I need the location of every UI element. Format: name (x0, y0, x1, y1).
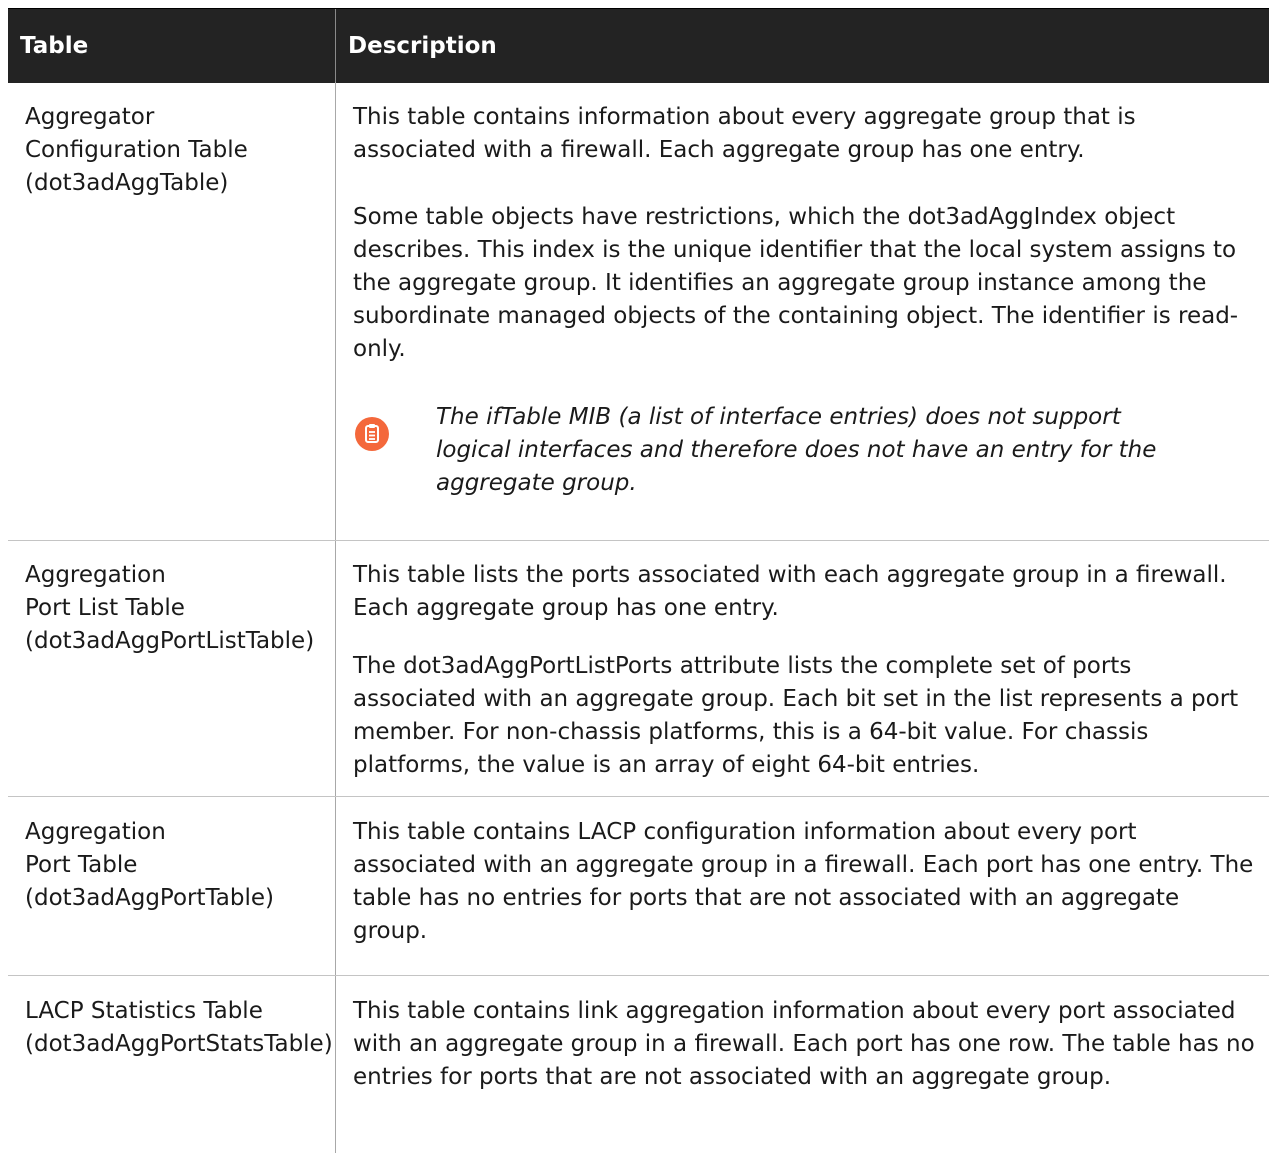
table-row: Aggregation Port List Table (dot3adAggPo… (8, 541, 1269, 797)
table-name-line: Aggregation (25, 562, 166, 588)
description-paragraph: This table contains link aggregation inf… (353, 998, 1255, 1090)
description-paragraph: The dot3adAggPortListPorts attribute lis… (353, 653, 1239, 778)
column-divider (335, 82, 336, 541)
note-clipboard-icon (355, 417, 389, 451)
column-divider (335, 976, 336, 1153)
snmp-table-page: Table Description Aggregator Configurati… (8, 8, 1269, 1153)
table-header: Table Description (8, 8, 1269, 83)
note-text: The ifTable MIB (a list of interface ent… (436, 404, 1157, 496)
table-name-cell: LACP Statistics Table (dot3adAggPortStat… (25, 995, 333, 1061)
description-paragraph: Some table objects have restrictions, wh… (353, 204, 1239, 362)
table-name-line: Port Table (25, 852, 138, 878)
header-divider (335, 9, 336, 83)
table-row: LACP Statistics Table (dot3adAggPortStat… (8, 976, 1269, 1153)
table-name-line: (dot3adAggPortListTable) (25, 628, 315, 654)
table-name-line: (dot3adAggPortTable) (25, 885, 274, 911)
description-paragraph: This table lists the ports associated wi… (353, 562, 1227, 621)
table-row: Aggregation Port Table (dot3adAggPortTab… (8, 797, 1269, 976)
description-paragraph: This table contains information about ev… (353, 104, 1136, 163)
table-name-cell: Aggregation Port List Table (dot3adAggPo… (25, 559, 314, 658)
column-divider (335, 797, 336, 976)
table-name-cell: Aggregator Configuration Table (dot3adAg… (25, 101, 248, 200)
table-name-line: Aggregation (25, 819, 166, 845)
header-table: Table (20, 33, 89, 59)
table-name-line: Aggregator (25, 104, 155, 130)
header-description: Description (348, 33, 497, 59)
table-row: Aggregator Configuration Table (dot3adAg… (8, 82, 1269, 541)
table-name-cell: Aggregation Port Table (dot3adAggPortTab… (25, 816, 274, 915)
table-name-line: (dot3adAggPortStatsTable) (25, 1031, 333, 1057)
table-name-line: (dot3adAggTable) (25, 170, 229, 196)
table-name-line: Port List Table (25, 595, 185, 621)
table-name-line: Configuration Table (25, 137, 248, 163)
table-name-line: LACP Statistics Table (25, 998, 263, 1024)
description-paragraph: This table contains LACP configuration i… (353, 819, 1254, 944)
column-divider (335, 541, 336, 797)
